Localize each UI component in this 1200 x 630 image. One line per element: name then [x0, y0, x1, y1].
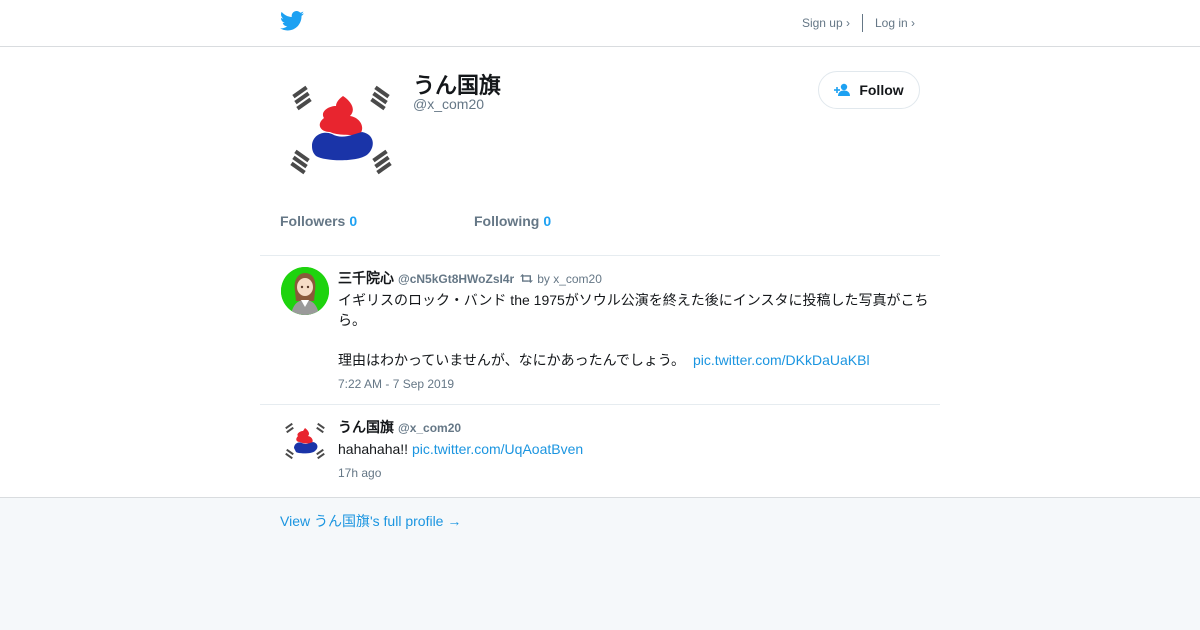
following-count: 0 — [543, 213, 552, 229]
top-bar: Sign up › Log in › — [0, 0, 1200, 47]
login-link[interactable]: Log in › — [875, 16, 915, 30]
tweet-timestamp[interactable]: 17h ago — [338, 466, 381, 480]
tweet-media-link[interactable]: pic.twitter.com/DKkDaUaKBl — [693, 352, 870, 368]
poop-flag-avatar — [281, 417, 329, 465]
tweet-text: イギリスのロック・バンド the 1975がソウル公演を終えた後にインスタに投稿… — [338, 290, 932, 370]
tweet-header: うん国旗 @x_com20 — [338, 417, 461, 437]
tweet-text-fragment: hahahaha!! — [338, 441, 409, 457]
nav-divider — [861, 14, 863, 32]
retweet-icon — [520, 274, 534, 283]
profile-handle: @x_com20 — [413, 96, 485, 112]
tweet-text-line: イギリスのロック・バンド the 1975がソウル公演を終えた後にインスタに投稿… — [338, 292, 929, 328]
retweet-context: by x_com20 — [520, 272, 602, 286]
anime-character-avatar — [281, 267, 329, 315]
tweet-item[interactable]: うん国旗 @x_com20 hahahaha!! pic.twitter.com… — [260, 405, 940, 497]
tweet-author-name[interactable]: うん国旗 — [338, 417, 394, 437]
tweet-text-line-2: 理由はわかっていませんが、なにかあったんでしょう。 pic.twitter.co… — [338, 350, 932, 370]
tweet-header: 三千院心 @cN5kGt8HWoZsI4r by x_com20 — [338, 268, 602, 288]
signup-link[interactable]: Sign up › — [802, 16, 850, 30]
followers-stat[interactable]: Followers 0 — [280, 213, 357, 229]
following-label: Following — [474, 213, 540, 229]
retweet-by[interactable]: by x_com20 — [537, 272, 602, 286]
add-user-icon — [834, 83, 851, 96]
tweet-text: hahahaha!! pic.twitter.com/UqAoatBven — [338, 439, 932, 459]
tweet-item[interactable]: 三千院心 @cN5kGt8HWoZsI4r by x_com20 イギリスのロッ… — [260, 256, 940, 404]
tweet-avatar[interactable] — [281, 267, 329, 315]
tweet-text-fragment: 理由はわかっていませんが、なにかあったんでしょう。 — [338, 352, 686, 368]
auth-nav: Sign up › Log in › — [802, 14, 915, 32]
tweet-author-handle[interactable]: @x_com20 — [398, 421, 461, 435]
tweet-author-name[interactable]: 三千院心 — [338, 268, 394, 288]
tweet-media-link[interactable]: pic.twitter.com/UqAoatBven — [412, 441, 583, 457]
view-full-profile-link[interactable]: View うん国旗's full profile → — [280, 511, 461, 531]
tweet-timestamp[interactable]: 7:22 AM - 7 Sep 2019 — [338, 377, 454, 391]
following-stat[interactable]: Following 0 — [474, 213, 551, 229]
follow-label: Follow — [859, 82, 904, 98]
followers-label: Followers — [280, 213, 346, 229]
twitter-bird-icon[interactable] — [280, 11, 304, 31]
tweet-author-handle[interactable]: @cN5kGt8HWoZsI4r — [398, 272, 514, 286]
follow-button[interactable]: Follow — [818, 71, 920, 109]
tweet-avatar[interactable] — [281, 417, 329, 465]
followers-count: 0 — [349, 213, 358, 229]
profile-avatar[interactable] — [280, 74, 406, 186]
